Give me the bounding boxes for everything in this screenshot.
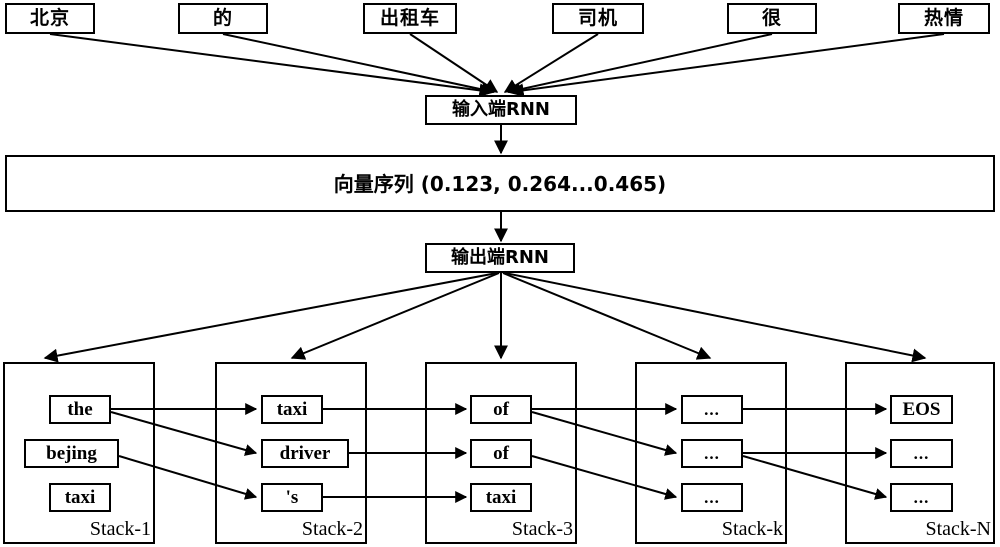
stack1-item-2[interactable]: bejing: [24, 439, 119, 468]
stack-label-1: Stack-1: [89, 518, 151, 540]
stackk-item-2[interactable]: ...: [681, 439, 743, 468]
decoder-rnn-box[interactable]: 输出端RNN: [425, 243, 575, 273]
stack2-item-1[interactable]: taxi: [261, 395, 323, 424]
stack-label-k: Stack-k: [721, 518, 783, 540]
stack3-item-1[interactable]: of: [470, 395, 532, 424]
source-token-box-1[interactable]: 北京: [5, 3, 95, 34]
stack-label-2: Stack-2: [301, 518, 363, 540]
stackk-item-1[interactable]: ...: [681, 395, 743, 424]
stack-label-3: Stack-3: [511, 518, 573, 540]
encoder-rnn-box[interactable]: 输入端RNN: [425, 95, 577, 125]
stackk-item-3[interactable]: ...: [681, 483, 743, 512]
stackn-item-1[interactable]: EOS: [890, 395, 953, 424]
stack3-item-2[interactable]: of: [470, 439, 532, 468]
stack1-item-1[interactable]: the: [49, 395, 111, 424]
diagram-canvas: 北京 的 出租车 司机 很 热情 输入端RNN 向量序列 (0.123, 0.2…: [0, 0, 1000, 547]
source-token-box-2[interactable]: 的: [178, 3, 268, 34]
encoder-input-edges: [49, 33, 945, 98]
stack-label-n: Stack-N: [925, 518, 991, 540]
source-token-box-4[interactable]: 司机: [552, 3, 644, 34]
source-token-box-5[interactable]: 很: [727, 3, 817, 34]
stack2-item-3[interactable]: 's: [261, 483, 323, 512]
stackn-item-2[interactable]: ...: [890, 439, 953, 468]
source-token-box-6[interactable]: 热情: [898, 3, 990, 34]
vector-sequence-box[interactable]: 向量序列 (0.123, 0.264...0.465): [5, 155, 995, 212]
stack3-item-3[interactable]: taxi: [470, 483, 532, 512]
stackn-item-3[interactable]: ...: [890, 483, 953, 512]
source-token-box-3[interactable]: 出租车: [363, 3, 457, 34]
stack2-item-2[interactable]: driver: [261, 439, 349, 468]
decoder-output-edges: [43, 272, 927, 363]
stack1-item-3[interactable]: taxi: [49, 483, 111, 512]
